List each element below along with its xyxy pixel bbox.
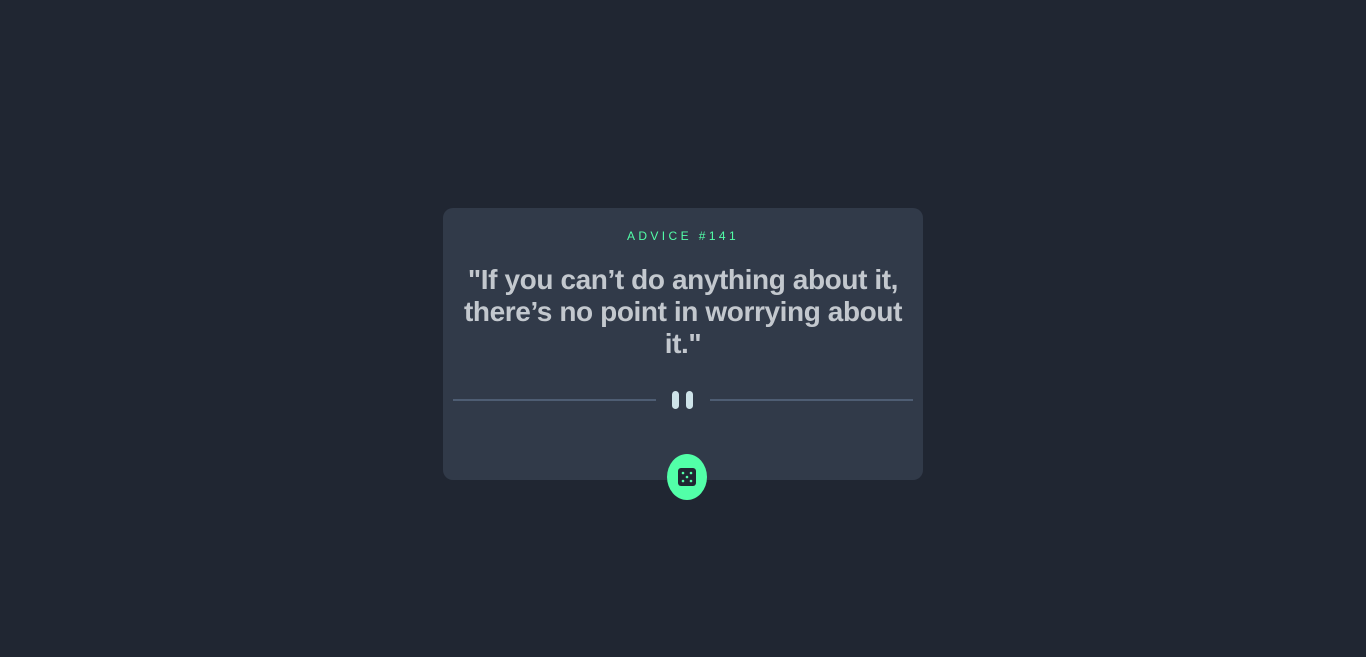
advice-number-label: ADVICE #141: [626, 229, 740, 243]
pause-icon: [672, 391, 693, 409]
divider-right: [710, 399, 913, 401]
dice-icon: [678, 468, 696, 486]
advice-quote: "If you can’t do anything about it, ther…: [463, 264, 903, 359]
new-advice-button[interactable]: [667, 454, 707, 500]
divider-left: [453, 399, 656, 401]
